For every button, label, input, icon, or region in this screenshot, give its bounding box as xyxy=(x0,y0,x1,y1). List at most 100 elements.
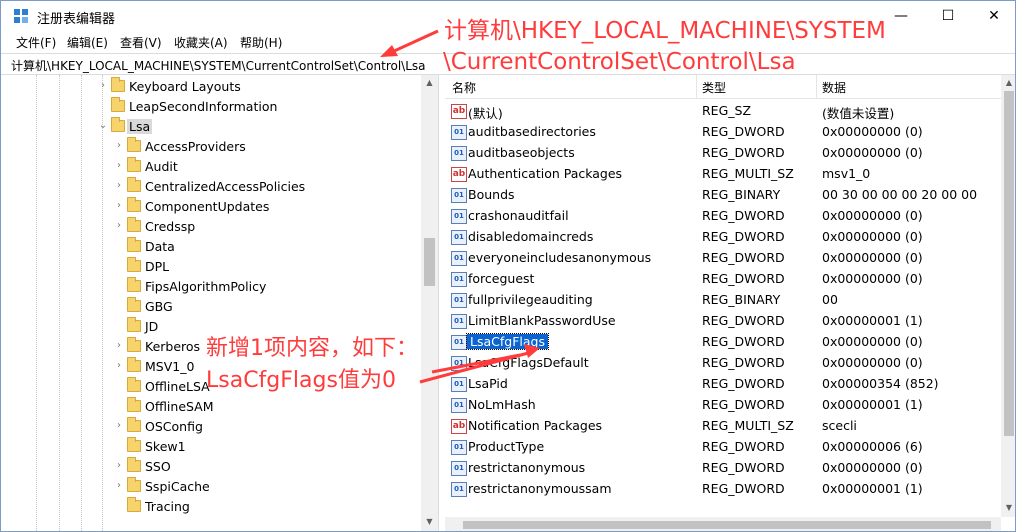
value-row[interactable]: 01 forceguest REG_DWORD 0x00000000 (0) xyxy=(445,269,1001,290)
tree-item-label: JD xyxy=(145,319,159,334)
scroll-up-icon[interactable]: ▲ xyxy=(421,78,438,87)
value-row[interactable]: 01 crashonauditfail REG_DWORD 0x00000000… xyxy=(445,206,1001,227)
value-data: 0x00000000 (0) xyxy=(822,145,923,160)
value-row[interactable]: 01 auditbasedirectories REG_DWORD 0x0000… xyxy=(445,122,1001,143)
chevron-right-icon[interactable]: › xyxy=(113,420,125,431)
key-tree-pane: › Keyboard Layouts LeapSecondInformation… xyxy=(1,75,439,531)
value-type: REG_DWORD xyxy=(702,208,785,223)
chevron-down-icon[interactable]: ⌄ xyxy=(97,120,109,131)
chevron-right-icon[interactable]: › xyxy=(113,480,125,491)
menu-file[interactable]: 文件(F) xyxy=(16,34,56,51)
open-folder-icon xyxy=(111,117,125,132)
chevron-right-icon[interactable]: › xyxy=(113,140,125,151)
value-data: 0x00000000 (0) xyxy=(822,334,923,349)
address-path[interactable]: 计算机\HKEY_LOCAL_MACHINE\SYSTEM\CurrentCon… xyxy=(11,57,426,74)
scroll-up-icon[interactable]: ▲ xyxy=(1001,78,1015,87)
value-row[interactable]: 01 LsaCfgFlagsDefault REG_DWORD 0x000000… xyxy=(445,353,1001,374)
tree-item-label: Data xyxy=(145,239,175,254)
list-horizontal-scrollbar[interactable] xyxy=(445,517,1001,531)
value-row[interactable]: ab Notification Packages REG_MULTI_SZ sc… xyxy=(445,416,1001,437)
value-row[interactable]: 01 restrictanonymoussam REG_DWORD 0x0000… xyxy=(445,479,1001,500)
binary-value-icon: 01 xyxy=(451,146,467,161)
binary-value-icon: 01 xyxy=(451,293,467,308)
value-row[interactable]: 01 NoLmHash REG_DWORD 0x00000001 (1) xyxy=(445,395,1001,416)
value-type: REG_MULTI_SZ xyxy=(702,418,794,433)
tree-item-label: Tracing xyxy=(145,499,190,514)
close-button[interactable]: ✕ xyxy=(971,1,1015,31)
window-title: 注册表编辑器 xyxy=(37,12,116,27)
chevron-right-icon[interactable]: › xyxy=(113,340,125,351)
column-separator[interactable] xyxy=(816,75,817,99)
value-name: restrictanonymous xyxy=(468,460,586,475)
scroll-down-icon[interactable]: ▼ xyxy=(1001,503,1015,512)
menu-edit[interactable]: 编辑(E) xyxy=(67,34,108,51)
value-row[interactable]: 01 restrictanonymous REG_DWORD 0x0000000… xyxy=(445,458,1001,479)
value-row[interactable]: 01 disabledomaincreds REG_DWORD 0x000000… xyxy=(445,227,1001,248)
binary-value-icon: 01 xyxy=(451,461,467,476)
value-data: 0x00000000 (0) xyxy=(822,271,923,286)
value-data: 0x00000006 (6) xyxy=(822,439,923,454)
tree-scroll-thumb[interactable] xyxy=(424,238,435,286)
maximize-button[interactable]: ☐ xyxy=(925,1,971,31)
value-data: 0x00000000 (0) xyxy=(822,460,923,475)
background-window-edge xyxy=(1016,0,1025,532)
tree-item-label: Keyboard Layouts xyxy=(129,79,241,94)
menu-help[interactable]: 帮助(H) xyxy=(240,34,282,51)
value-data: 0x00000000 (0) xyxy=(822,124,923,139)
value-row[interactable]: 01 everyoneincludesanonymous REG_DWORD 0… xyxy=(445,248,1001,269)
tree-item-label: OfflineLSA xyxy=(145,379,210,394)
tree-scrollbar[interactable]: ▲ ▼ xyxy=(421,75,438,531)
value-row[interactable]: 01 fullprivilegeauditing REG_BINARY 00 xyxy=(445,290,1001,311)
value-row[interactable]: 01 Bounds REG_BINARY 00 30 00 00 00 20 0… xyxy=(445,185,1001,206)
chevron-right-icon[interactable]: › xyxy=(113,200,125,211)
column-header-data[interactable]: 数据 xyxy=(822,79,846,96)
column-header-name[interactable]: 名称 xyxy=(452,79,476,96)
menu-favorites[interactable]: 收藏夹(A) xyxy=(174,34,228,51)
annotation-note-line2: LsaCfgFlags值为0 xyxy=(206,368,396,393)
column-separator[interactable] xyxy=(696,75,697,99)
value-row-selected[interactable]: 01 LsaCfgFlags REG_DWORD 0x00000000 (0) xyxy=(445,332,1001,353)
value-name: Authentication Packages xyxy=(468,166,623,181)
chevron-right-icon[interactable]: › xyxy=(113,160,125,171)
binary-value-icon: 01 xyxy=(451,272,467,287)
value-data: 00 xyxy=(822,292,838,307)
column-header-type[interactable]: 类型 xyxy=(702,79,726,96)
folder-icon xyxy=(127,237,141,252)
folder-icon xyxy=(111,97,125,112)
list-hscroll-thumb[interactable] xyxy=(463,521,991,529)
value-row[interactable]: 01 LimitBlankPasswordUse REG_DWORD 0x000… xyxy=(445,311,1001,332)
value-row[interactable]: 01 auditbaseobjects REG_DWORD 0x00000000… xyxy=(445,143,1001,164)
tree-item-label: SSO xyxy=(145,459,171,474)
chevron-right-icon[interactable]: › xyxy=(97,80,109,91)
binary-value-icon: 01 xyxy=(451,209,467,224)
menu-view[interactable]: 查看(V) xyxy=(120,34,162,51)
folder-icon xyxy=(127,417,141,432)
value-row[interactable]: ab (默认) REG_SZ (数值未设置) xyxy=(445,101,1001,122)
value-data: 0x00000001 (1) xyxy=(822,397,923,412)
tree-item-label: AccessProviders xyxy=(145,139,246,154)
tree-guide-line xyxy=(102,75,103,531)
value-data: 0x00000001 (1) xyxy=(822,313,923,328)
tree-item-label: LeapSecondInformation xyxy=(129,99,278,114)
value-row[interactable]: 01 LsaPid REG_DWORD 0x00000354 (852) xyxy=(445,374,1001,395)
value-type: REG_DWORD xyxy=(702,481,785,496)
value-type: REG_MULTI_SZ xyxy=(702,166,794,181)
value-row[interactable]: 01 ProductType REG_DWORD 0x00000006 (6) xyxy=(445,437,1001,458)
chevron-right-icon[interactable]: › xyxy=(113,460,125,471)
scroll-down-icon[interactable]: ▼ xyxy=(421,517,438,526)
chevron-right-icon[interactable]: › xyxy=(113,180,125,191)
value-data: 0x00000000 (0) xyxy=(822,208,923,223)
value-type: REG_SZ xyxy=(702,103,752,118)
chevron-right-icon[interactable]: › xyxy=(113,220,125,231)
tree-item-label: Skew1 xyxy=(145,439,186,454)
tree-item-label: Lsa xyxy=(127,119,153,134)
list-scroll-thumb[interactable] xyxy=(1004,91,1014,436)
value-name: auditbaseobjects xyxy=(468,145,575,160)
folder-icon xyxy=(127,337,141,352)
value-type: REG_DWORD xyxy=(702,376,785,391)
list-scrollbar[interactable]: ▲ ▼ xyxy=(1001,75,1015,517)
folder-icon xyxy=(127,137,141,152)
value-row[interactable]: ab Authentication Packages REG_MULTI_SZ … xyxy=(445,164,1001,185)
binary-value-icon: 01 xyxy=(451,335,467,350)
chevron-right-icon[interactable]: › xyxy=(113,360,125,371)
